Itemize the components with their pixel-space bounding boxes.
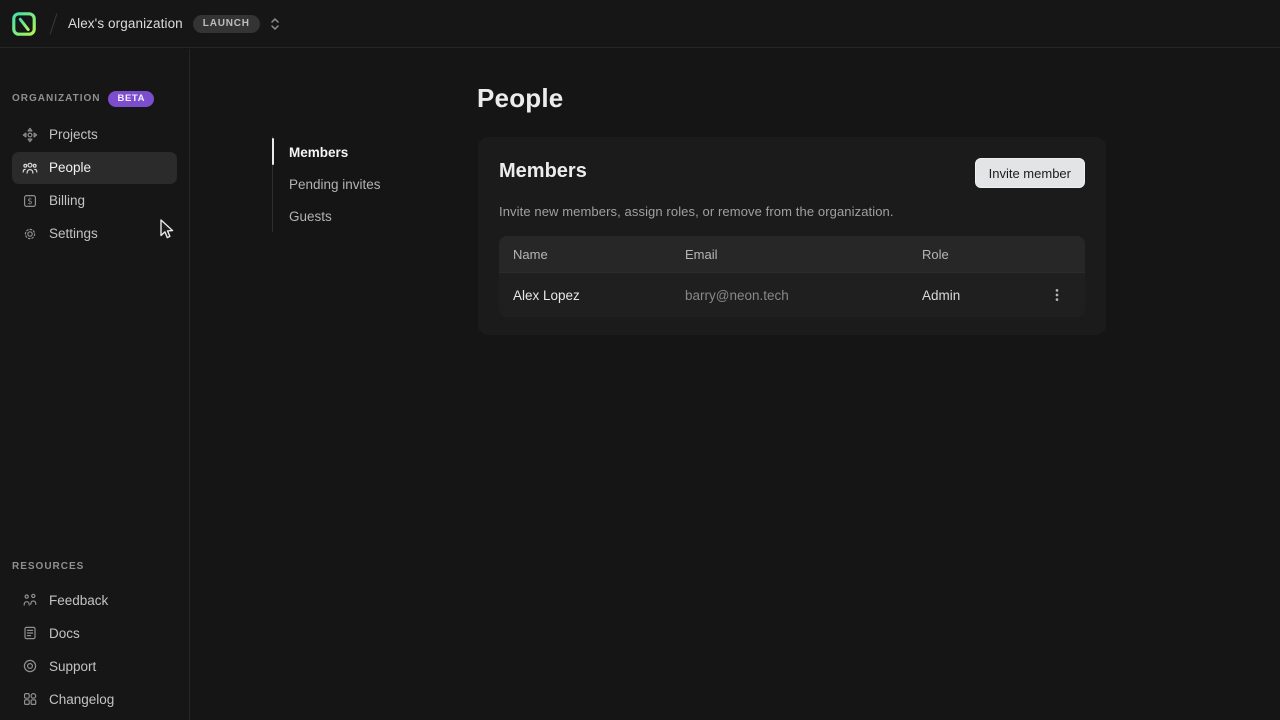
people-icon	[22, 160, 38, 176]
column-header-name: Name	[513, 247, 685, 262]
sidebar-item-docs[interactable]: Docs	[12, 617, 177, 649]
resources-section: RESOURCES Feedback	[0, 561, 189, 716]
sidebar-item-support[interactable]: Support	[12, 650, 177, 682]
changelog-icon	[22, 691, 38, 707]
invite-member-button[interactable]: Invite member	[975, 158, 1085, 188]
settings-icon	[22, 226, 38, 242]
sidebar-item-settings[interactable]: Settings	[12, 218, 177, 250]
org-name[interactable]: Alex's organization	[68, 16, 183, 31]
sidebar-item-label: Support	[49, 659, 96, 674]
member-role: Admin	[922, 288, 1043, 303]
kebab-icon	[1050, 287, 1064, 303]
subnav-item-members[interactable]: Members	[273, 136, 423, 168]
members-table: Name Email Role Alex Lopez barry@neon.te…	[499, 236, 1085, 317]
sidebar-item-people[interactable]: People	[12, 152, 177, 184]
org-section-label: ORGANIZATION	[12, 93, 100, 104]
sidebar: ORGANIZATION BETA Projects	[0, 49, 190, 720]
members-card-header: Members Invite member	[499, 158, 1085, 188]
table-row: Alex Lopez barry@neon.tech Admin	[499, 272, 1085, 317]
breadcrumb-slash	[50, 13, 58, 34]
row-actions-menu-button[interactable]	[1043, 281, 1071, 309]
column-header-email: Email	[685, 247, 922, 262]
org-section-header: ORGANIZATION BETA	[12, 91, 177, 107]
svg-text:$: $	[27, 197, 32, 207]
members-card-title: Members	[499, 160, 587, 183]
sidebar-item-label: Feedback	[49, 593, 108, 608]
sidebar-item-label: Settings	[49, 226, 98, 241]
beta-badge: BETA	[108, 91, 154, 107]
resources-section-label: RESOURCES	[12, 561, 84, 572]
projects-icon	[22, 127, 38, 143]
member-name: Alex Lopez	[513, 288, 685, 303]
neon-logo-icon	[11, 11, 37, 37]
sidebar-item-label: People	[49, 160, 91, 175]
support-icon	[22, 658, 38, 674]
sidebar-item-label: Changelog	[49, 692, 114, 707]
neon-logo[interactable]	[10, 10, 37, 37]
members-card-description: Invite new members, assign roles, or rem…	[499, 204, 1085, 219]
resources-section-header: RESOURCES	[12, 561, 177, 572]
table-header-row: Name Email Role	[499, 236, 1085, 272]
people-subnav: Members Pending invites Guests	[272, 136, 423, 232]
sidebar-item-label: Projects	[49, 127, 98, 142]
plan-badge: LAUNCH	[193, 15, 260, 33]
sidebar-item-label: Billing	[49, 193, 85, 208]
docs-icon	[22, 625, 38, 641]
member-email: barry@neon.tech	[685, 288, 922, 303]
chevron-updown-icon	[268, 16, 282, 32]
org-nav-list: Projects People $	[0, 119, 189, 250]
top-bar: Alex's organization LAUNCH	[0, 0, 1280, 48]
feedback-icon	[22, 592, 38, 608]
subnav-item-guests[interactable]: Guests	[273, 200, 423, 232]
resources-nav-list: Feedback Docs Support	[0, 584, 189, 715]
billing-icon: $	[22, 193, 38, 209]
column-header-role: Role	[922, 247, 1043, 262]
sidebar-item-changelog[interactable]: Changelog	[12, 683, 177, 715]
sidebar-item-projects[interactable]: Projects	[12, 119, 177, 151]
members-card: Members Invite member Invite new members…	[478, 137, 1106, 335]
sidebar-item-billing[interactable]: $ Billing	[12, 185, 177, 217]
org-switcher-button[interactable]	[268, 16, 282, 32]
subnav-item-pending-invites[interactable]: Pending invites	[273, 168, 423, 200]
sidebar-item-label: Docs	[49, 626, 80, 641]
page-title: People	[477, 83, 563, 114]
sidebar-item-feedback[interactable]: Feedback	[12, 584, 177, 616]
